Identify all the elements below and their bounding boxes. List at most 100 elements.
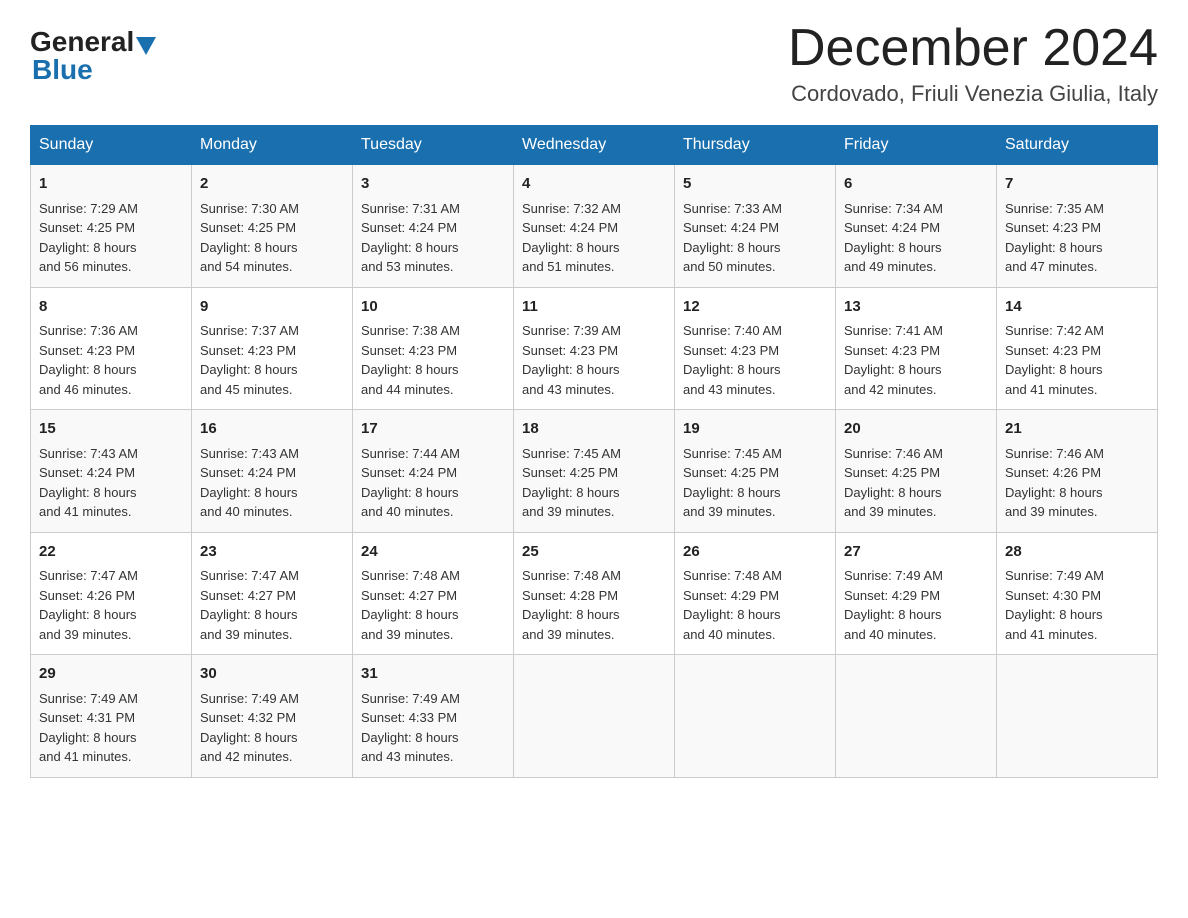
day-info: Sunrise: 7:31 AMSunset: 4:24 PMDaylight:… xyxy=(361,201,460,275)
day-number: 11 xyxy=(522,296,666,319)
day-number: 10 xyxy=(361,296,505,319)
calendar-day-10: 10 Sunrise: 7:38 AMSunset: 4:23 PMDaylig… xyxy=(353,287,514,410)
calendar-day-14: 14 Sunrise: 7:42 AMSunset: 4:23 PMDaylig… xyxy=(997,287,1158,410)
day-number: 1 xyxy=(39,173,183,196)
day-number: 18 xyxy=(522,418,666,441)
day-number: 6 xyxy=(844,173,988,196)
day-info: Sunrise: 7:49 AMSunset: 4:33 PMDaylight:… xyxy=(361,691,460,765)
day-info: Sunrise: 7:44 AMSunset: 4:24 PMDaylight:… xyxy=(361,446,460,520)
calendar-empty-cell xyxy=(836,655,997,778)
day-info: Sunrise: 7:37 AMSunset: 4:23 PMDaylight:… xyxy=(200,323,299,397)
page-title: December 2024 xyxy=(788,20,1158,77)
day-info: Sunrise: 7:35 AMSunset: 4:23 PMDaylight:… xyxy=(1005,201,1104,275)
day-number: 2 xyxy=(200,173,344,196)
day-info: Sunrise: 7:48 AMSunset: 4:28 PMDaylight:… xyxy=(522,568,621,642)
day-info: Sunrise: 7:39 AMSunset: 4:23 PMDaylight:… xyxy=(522,323,621,397)
day-info: Sunrise: 7:49 AMSunset: 4:32 PMDaylight:… xyxy=(200,691,299,765)
calendar-header-row: Sunday Monday Tuesday Wednesday Thursday… xyxy=(31,126,1158,165)
logo-blue-text: Blue xyxy=(32,56,93,84)
calendar-week-3: 15 Sunrise: 7:43 AMSunset: 4:24 PMDaylig… xyxy=(31,410,1158,533)
calendar-day-3: 3 Sunrise: 7:31 AMSunset: 4:24 PMDayligh… xyxy=(353,165,514,288)
calendar-day-28: 28 Sunrise: 7:49 AMSunset: 4:30 PMDaylig… xyxy=(997,532,1158,655)
logo-general-text: General xyxy=(30,28,134,56)
page-header: General Blue December 2024 Cordovado, Fr… xyxy=(30,20,1158,107)
day-number: 15 xyxy=(39,418,183,441)
calendar-day-26: 26 Sunrise: 7:48 AMSunset: 4:29 PMDaylig… xyxy=(675,532,836,655)
calendar-day-12: 12 Sunrise: 7:40 AMSunset: 4:23 PMDaylig… xyxy=(675,287,836,410)
day-info: Sunrise: 7:38 AMSunset: 4:23 PMDaylight:… xyxy=(361,323,460,397)
day-number: 29 xyxy=(39,663,183,686)
calendar-day-1: 1 Sunrise: 7:29 AMSunset: 4:25 PMDayligh… xyxy=(31,165,192,288)
calendar-week-1: 1 Sunrise: 7:29 AMSunset: 4:25 PMDayligh… xyxy=(31,165,1158,288)
day-info: Sunrise: 7:45 AMSunset: 4:25 PMDaylight:… xyxy=(522,446,621,520)
calendar-week-2: 8 Sunrise: 7:36 AMSunset: 4:23 PMDayligh… xyxy=(31,287,1158,410)
calendar-day-15: 15 Sunrise: 7:43 AMSunset: 4:24 PMDaylig… xyxy=(31,410,192,533)
header-tuesday: Tuesday xyxy=(353,126,514,165)
header-monday: Monday xyxy=(192,126,353,165)
day-info: Sunrise: 7:49 AMSunset: 4:29 PMDaylight:… xyxy=(844,568,943,642)
calendar-day-17: 17 Sunrise: 7:44 AMSunset: 4:24 PMDaylig… xyxy=(353,410,514,533)
calendar-day-6: 6 Sunrise: 7:34 AMSunset: 4:24 PMDayligh… xyxy=(836,165,997,288)
calendar-day-13: 13 Sunrise: 7:41 AMSunset: 4:23 PMDaylig… xyxy=(836,287,997,410)
calendar-week-4: 22 Sunrise: 7:47 AMSunset: 4:26 PMDaylig… xyxy=(31,532,1158,655)
header-sunday: Sunday xyxy=(31,126,192,165)
day-info: Sunrise: 7:40 AMSunset: 4:23 PMDaylight:… xyxy=(683,323,782,397)
day-number: 12 xyxy=(683,296,827,319)
day-info: Sunrise: 7:46 AMSunset: 4:26 PMDaylight:… xyxy=(1005,446,1104,520)
day-number: 28 xyxy=(1005,541,1149,564)
day-info: Sunrise: 7:48 AMSunset: 4:27 PMDaylight:… xyxy=(361,568,460,642)
calendar-day-9: 9 Sunrise: 7:37 AMSunset: 4:23 PMDayligh… xyxy=(192,287,353,410)
day-info: Sunrise: 7:47 AMSunset: 4:27 PMDaylight:… xyxy=(200,568,299,642)
day-number: 24 xyxy=(361,541,505,564)
calendar-day-24: 24 Sunrise: 7:48 AMSunset: 4:27 PMDaylig… xyxy=(353,532,514,655)
calendar-day-22: 22 Sunrise: 7:47 AMSunset: 4:26 PMDaylig… xyxy=(31,532,192,655)
calendar-day-25: 25 Sunrise: 7:48 AMSunset: 4:28 PMDaylig… xyxy=(514,532,675,655)
calendar-day-11: 11 Sunrise: 7:39 AMSunset: 4:23 PMDaylig… xyxy=(514,287,675,410)
calendar-day-7: 7 Sunrise: 7:35 AMSunset: 4:23 PMDayligh… xyxy=(997,165,1158,288)
day-info: Sunrise: 7:47 AMSunset: 4:26 PMDaylight:… xyxy=(39,568,138,642)
day-number: 13 xyxy=(844,296,988,319)
day-number: 4 xyxy=(522,173,666,196)
calendar-day-27: 27 Sunrise: 7:49 AMSunset: 4:29 PMDaylig… xyxy=(836,532,997,655)
header-thursday: Thursday xyxy=(675,126,836,165)
calendar-week-5: 29 Sunrise: 7:49 AMSunset: 4:31 PMDaylig… xyxy=(31,655,1158,778)
logo: General Blue xyxy=(30,20,158,84)
day-info: Sunrise: 7:36 AMSunset: 4:23 PMDaylight:… xyxy=(39,323,138,397)
day-number: 30 xyxy=(200,663,344,686)
day-number: 23 xyxy=(200,541,344,564)
day-number: 9 xyxy=(200,296,344,319)
day-number: 19 xyxy=(683,418,827,441)
logo-triangle-icon xyxy=(136,37,156,55)
calendar-day-19: 19 Sunrise: 7:45 AMSunset: 4:25 PMDaylig… xyxy=(675,410,836,533)
day-info: Sunrise: 7:49 AMSunset: 4:30 PMDaylight:… xyxy=(1005,568,1104,642)
day-number: 27 xyxy=(844,541,988,564)
day-info: Sunrise: 7:41 AMSunset: 4:23 PMDaylight:… xyxy=(844,323,943,397)
day-number: 26 xyxy=(683,541,827,564)
day-number: 31 xyxy=(361,663,505,686)
day-info: Sunrise: 7:43 AMSunset: 4:24 PMDaylight:… xyxy=(200,446,299,520)
calendar-day-5: 5 Sunrise: 7:33 AMSunset: 4:24 PMDayligh… xyxy=(675,165,836,288)
calendar-empty-cell xyxy=(675,655,836,778)
day-number: 17 xyxy=(361,418,505,441)
header-wednesday: Wednesday xyxy=(514,126,675,165)
day-info: Sunrise: 7:45 AMSunset: 4:25 PMDaylight:… xyxy=(683,446,782,520)
calendar-day-31: 31 Sunrise: 7:49 AMSunset: 4:33 PMDaylig… xyxy=(353,655,514,778)
day-info: Sunrise: 7:30 AMSunset: 4:25 PMDaylight:… xyxy=(200,201,299,275)
title-block: December 2024 Cordovado, Friuli Venezia … xyxy=(788,20,1158,107)
day-number: 21 xyxy=(1005,418,1149,441)
day-number: 16 xyxy=(200,418,344,441)
day-info: Sunrise: 7:34 AMSunset: 4:24 PMDaylight:… xyxy=(844,201,943,275)
page-subtitle: Cordovado, Friuli Venezia Giulia, Italy xyxy=(788,81,1158,107)
day-number: 5 xyxy=(683,173,827,196)
day-number: 14 xyxy=(1005,296,1149,319)
calendar-day-8: 8 Sunrise: 7:36 AMSunset: 4:23 PMDayligh… xyxy=(31,287,192,410)
day-number: 20 xyxy=(844,418,988,441)
calendar-day-16: 16 Sunrise: 7:43 AMSunset: 4:24 PMDaylig… xyxy=(192,410,353,533)
day-number: 3 xyxy=(361,173,505,196)
day-info: Sunrise: 7:32 AMSunset: 4:24 PMDaylight:… xyxy=(522,201,621,275)
calendar-day-29: 29 Sunrise: 7:49 AMSunset: 4:31 PMDaylig… xyxy=(31,655,192,778)
calendar-day-21: 21 Sunrise: 7:46 AMSunset: 4:26 PMDaylig… xyxy=(997,410,1158,533)
day-info: Sunrise: 7:46 AMSunset: 4:25 PMDaylight:… xyxy=(844,446,943,520)
calendar-day-30: 30 Sunrise: 7:49 AMSunset: 4:32 PMDaylig… xyxy=(192,655,353,778)
calendar-day-18: 18 Sunrise: 7:45 AMSunset: 4:25 PMDaylig… xyxy=(514,410,675,533)
